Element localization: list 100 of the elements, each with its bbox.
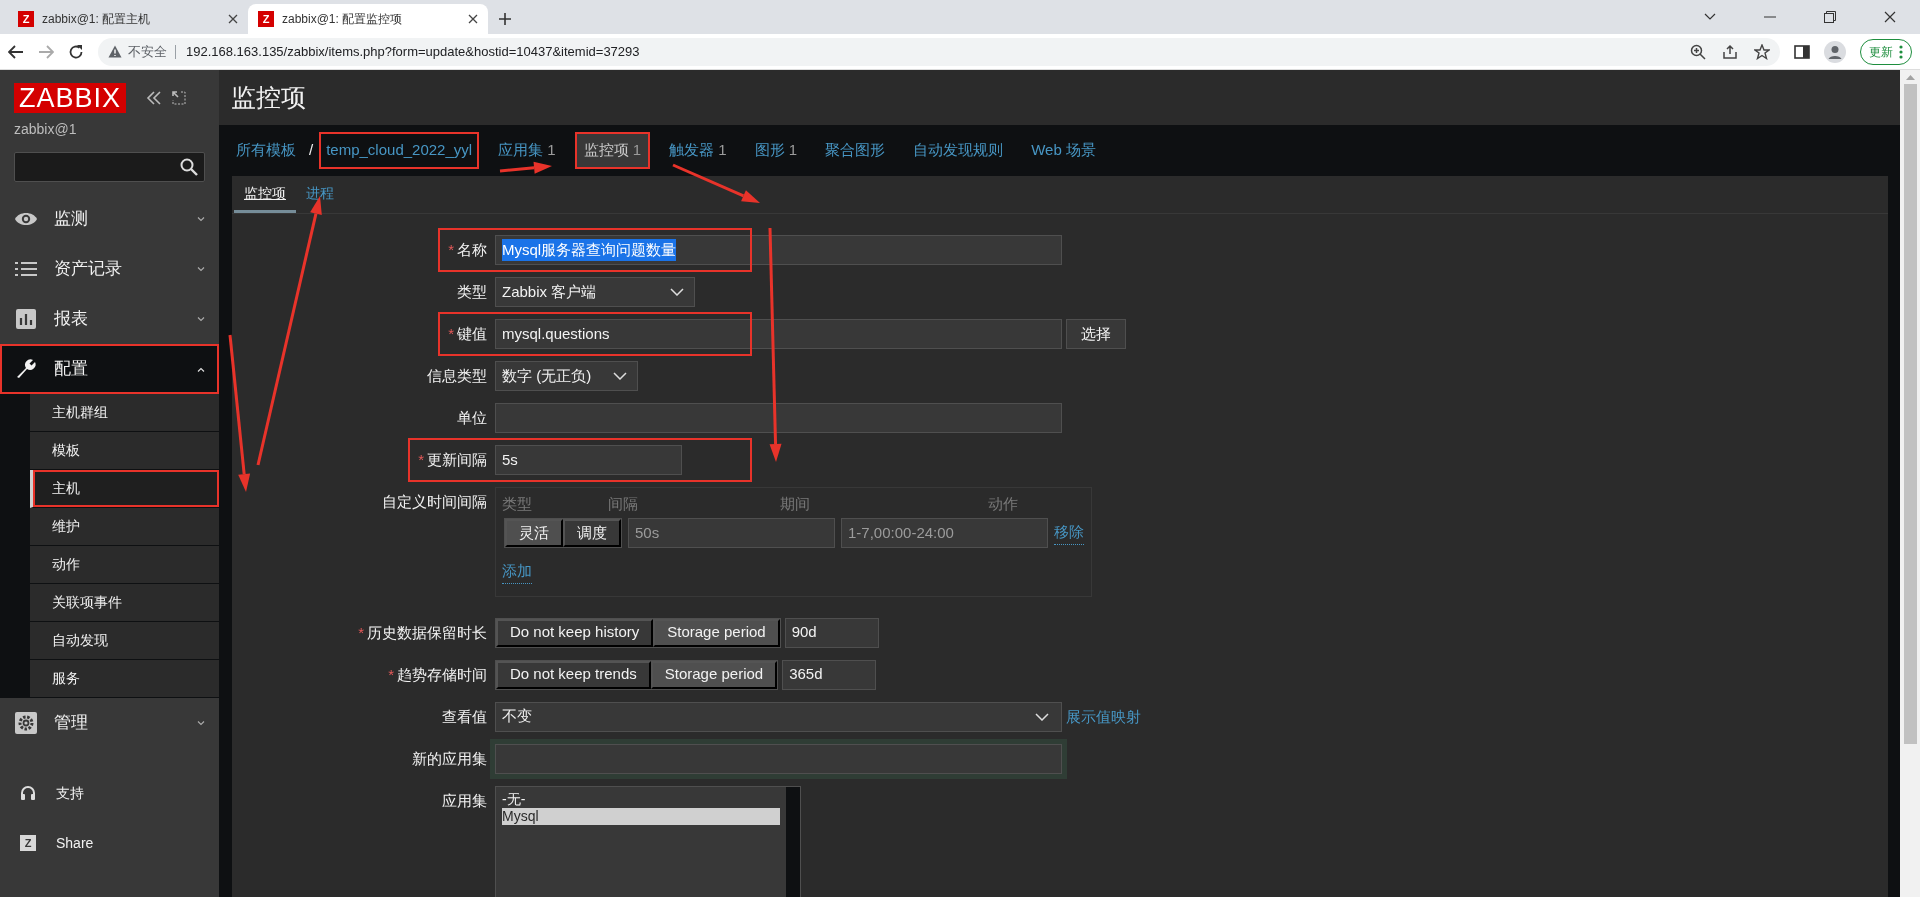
close-icon[interactable] [228,14,238,24]
share-icon: Z [20,835,36,851]
nav-tab[interactable]: 聚合图形 [816,132,895,169]
input-field[interactable]: 365d [782,659,877,690]
update-button[interactable]: 更新 [1860,38,1912,65]
toggle-button[interactable]: 调度 [563,519,621,547]
chevron-down-icon[interactable] [1704,13,1716,21]
toggle-button[interactable]: Do not keep history [496,618,654,647]
annotation-arrow [499,161,552,174]
nav-tab[interactable]: 应用集 1 [489,132,565,169]
menu-item[interactable]: 监测 [0,194,219,244]
value-mapping-link[interactable]: 展示值映射 [1066,701,1141,732]
field-label: 新的应用集 [412,749,487,767]
submenu-item[interactable]: 模板 [30,432,219,470]
sidebar-link[interactable]: Z Share [0,818,219,868]
dropdown[interactable]: 不变 [495,701,1062,732]
nav-tab[interactable]: Web 场景 [1022,132,1105,169]
profile-icon[interactable] [1824,40,1846,63]
column-header: 动作 [987,494,1018,514]
menu-item[interactable]: 管理 [0,698,219,748]
field-label: 类型 [457,283,487,300]
back-icon[interactable] [8,44,24,59]
star-icon[interactable] [1754,43,1770,60]
submenu-item[interactable]: 主机 [30,470,219,508]
input-field[interactable]: 50s [628,518,835,548]
chevron-down-icon [1035,712,1049,721]
submenu-item[interactable]: 动作 [30,546,219,584]
toggle-button[interactable]: Do not keep trends [496,660,651,689]
search-field[interactable] [14,152,205,182]
close-icon[interactable] [1884,11,1896,23]
reload-icon[interactable] [68,43,84,60]
chevron-down-icon [670,288,684,296]
sidebar-link[interactable]: 支持 [0,768,219,818]
input-field[interactable]: 90d [784,617,879,648]
list-option[interactable]: Mysql [502,807,780,825]
field-label: 查看值 [442,707,487,725]
nav-tab[interactable]: 图形 1 [745,132,807,169]
menu-item[interactable]: 报表 [0,294,219,344]
favicon: Z [258,11,274,27]
plus-icon[interactable] [498,12,512,26]
gear-icon [15,712,37,734]
nav-tab[interactable]: 触发器 1 [660,132,736,169]
submenu-item[interactable]: 关联项事件 [30,584,219,622]
submenu-item[interactable]: 维护 [30,508,219,546]
list-option[interactable]: -无- [502,790,780,808]
field-label: 单位 [457,409,487,426]
form-tab[interactable]: 进程 [296,176,344,213]
scrollbar-thumb[interactable] [1903,84,1917,744]
page-title: 监控项 [219,70,1900,125]
close-icon[interactable] [468,14,478,24]
field-label: 自定义时间间隔 [382,493,487,510]
nav-tab[interactable]: 自动发现规则 [904,132,1013,169]
select-button[interactable]: 选择 [1066,319,1126,349]
restore-icon[interactable] [1824,11,1836,23]
headset-icon [20,785,36,801]
favicon: Z [18,11,34,27]
nav-tab[interactable]: 监控项 1 [574,132,651,169]
input-field[interactable] [495,403,1062,433]
dropdown[interactable]: Zabbix 客户端 [495,277,695,307]
field-label: 应用集 [442,791,487,809]
list-box[interactable]: -无- Mysql [495,785,801,897]
menu-item[interactable]: 资产记录 [0,244,219,294]
form-tab[interactable]: 监控项 [234,176,296,213]
username: zabbix@1 [13,120,78,139]
submenu-item[interactable]: 自动发现 [30,622,219,660]
zoom-icon[interactable] [1690,43,1706,60]
toggle-button[interactable]: Storage period [653,618,780,647]
input-field[interactable]: 1-7,00:00-24:00 [841,518,1048,548]
menu-item[interactable]: 配置 [0,344,219,394]
wrench-icon [15,358,37,380]
input-field[interactable]: Mysql服务器查询问题数量 [495,235,1062,265]
column-header: 间隔 [608,494,639,514]
browser-tab[interactable]: Z zabbix@1: 配置监控项 [248,4,488,34]
browser-tab[interactable]: Z zabbix@1: 配置主机 [8,4,248,34]
toggle-button[interactable]: 灵活 [505,519,563,547]
submenu-item[interactable]: 服务 [30,660,219,698]
breadcrumb-link[interactable]: 所有模板 [229,132,303,169]
input-field[interactable]: mysql.questions [495,319,1062,349]
breadcrumb-link[interactable]: temp_cloud_2022_yyl [319,132,480,169]
eye-icon [14,211,38,227]
side-panel-icon[interactable] [1794,44,1810,59]
address-bar[interactable]: 不安全 192.168.163.135/zabbix/items.php?form=update&hostid=10437&itemid=37293 [98,37,1780,66]
dropdown[interactable]: 数字 (无正负) [495,361,638,391]
kiosk-mode-icon[interactable] [172,91,187,105]
share-icon[interactable] [1722,43,1738,60]
more-icon [1899,44,1903,59]
chevron-up-icon [197,366,205,372]
chevron-down-icon [613,372,627,380]
search-icon [180,158,198,176]
zabbix-logo: ZABBIX [14,83,127,113]
chevron-down-icon [197,316,205,322]
toggle-button[interactable]: Storage period [650,660,778,689]
field-label: * 趋势存储时间 [388,665,487,683]
input-field[interactable]: 5s [495,445,682,475]
collapse-icon[interactable] [146,91,163,105]
field-label: * 更新间隔 [418,451,487,468]
add-link[interactable]: 添加 [502,560,532,584]
chevron-down-icon [197,720,205,726]
submenu-item[interactable]: 主机群组 [30,394,219,432]
remove-link[interactable]: 移除 [1054,521,1084,545]
